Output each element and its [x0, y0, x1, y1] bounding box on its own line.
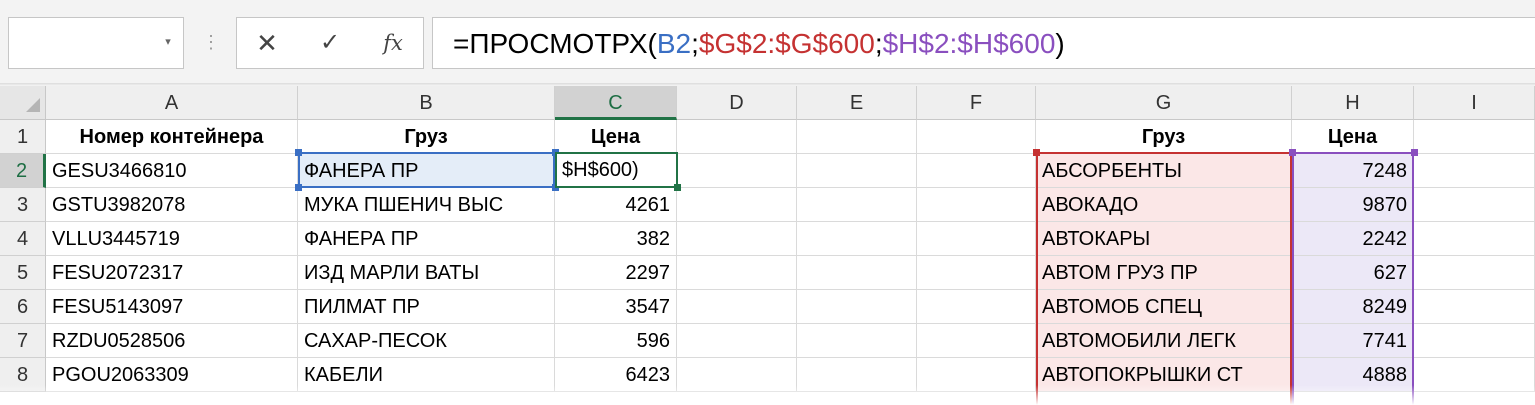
cell-a4[interactable]: VLLU3445719 — [46, 222, 298, 256]
cell-f1[interactable] — [917, 120, 1036, 154]
row-header-7[interactable]: 7 — [0, 324, 46, 358]
cell-c5[interactable]: 2297 — [555, 256, 677, 290]
cell-d1[interactable] — [677, 120, 797, 154]
cell-e3[interactable] — [797, 188, 917, 222]
cell-i7[interactable] — [1414, 324, 1535, 358]
cell-i5[interactable] — [1414, 256, 1535, 290]
cell-e4[interactable] — [797, 222, 917, 256]
insert-function-button[interactable]: fx — [366, 17, 420, 69]
fill-handle[interactable] — [674, 184, 681, 191]
cell-e7[interactable] — [797, 324, 917, 358]
column-header-f[interactable]: F — [917, 86, 1036, 120]
cell-a2[interactable]: GESU3466810 — [46, 154, 298, 188]
cell-f3[interactable] — [917, 188, 1036, 222]
cell-b4[interactable]: ФАНЕРА ПР — [298, 222, 555, 256]
cell-a5[interactable]: FESU2072317 — [46, 256, 298, 290]
cell-i6[interactable] — [1414, 290, 1535, 324]
cell-i3[interactable] — [1414, 188, 1535, 222]
enter-button[interactable]: ✓ — [303, 17, 357, 69]
name-box[interactable] — [8, 17, 184, 69]
cancel-button[interactable]: ✕ — [240, 17, 294, 69]
column-header-c[interactable]: C — [555, 86, 677, 120]
cell-a6[interactable]: FESU5143097 — [46, 290, 298, 324]
cell-c4[interactable]: 382 — [555, 222, 677, 256]
cell-a7[interactable]: RZDU0528506 — [46, 324, 298, 358]
cell-b1[interactable]: Груз — [298, 120, 555, 154]
row-header-3[interactable]: 3 — [0, 188, 46, 222]
column-header-h[interactable]: H — [1292, 86, 1414, 120]
range-highlight-b2 — [298, 152, 555, 188]
cell-d3[interactable] — [677, 188, 797, 222]
column-header-g[interactable]: G — [1036, 86, 1292, 120]
formula-prefix: =ПРОСМОТРХ( — [453, 28, 657, 59]
row-header-1[interactable]: 1 — [0, 120, 46, 154]
cell-e5[interactable] — [797, 256, 917, 290]
select-all-icon — [26, 98, 40, 112]
row-header-6[interactable]: 6 — [0, 290, 46, 324]
active-cell-text[interactable]: $H$600) — [562, 154, 639, 186]
drag-handle-icon[interactable]: ⋮ — [202, 30, 220, 54]
cell-f5[interactable] — [917, 256, 1036, 290]
column-header-b[interactable]: B — [298, 86, 555, 120]
formula-text[interactable]: =ПРОСМОТРХ(B2;$G$2:$G$600;$H$2:$H$600) — [453, 22, 1065, 66]
range-handle[interactable] — [1411, 149, 1418, 156]
cell-c1[interactable]: Цена — [555, 120, 677, 154]
formula-separator: ; — [874, 28, 883, 59]
formula-ref-b2: B2 — [656, 28, 692, 59]
cell-e2[interactable] — [797, 154, 917, 188]
range-handle[interactable] — [295, 149, 302, 156]
row-header-4[interactable]: 4 — [0, 222, 46, 256]
cell-c6[interactable]: 3547 — [555, 290, 677, 324]
cell-a3[interactable]: GSTU3982078 — [46, 188, 298, 222]
range-highlight-g — [1036, 152, 1292, 405]
formula-separator: ; — [691, 28, 699, 59]
cell-e1[interactable] — [797, 120, 917, 154]
cell-e6[interactable] — [797, 290, 917, 324]
cell-d4[interactable] — [677, 222, 797, 256]
cell-f2[interactable] — [917, 154, 1036, 188]
column-header-a[interactable]: A — [46, 86, 298, 120]
range-handle[interactable] — [295, 184, 302, 191]
range-highlight-h — [1292, 152, 1414, 405]
cell-f6[interactable] — [917, 290, 1036, 324]
formula-ref-g: $G$2:$G$600 — [698, 28, 875, 59]
cell-i2[interactable] — [1414, 154, 1535, 188]
cell-d5[interactable] — [677, 256, 797, 290]
cell-b5[interactable]: ИЗД МАРЛИ ВАТЫ — [298, 256, 555, 290]
column-header-i[interactable]: I — [1414, 86, 1535, 120]
cell-f7[interactable] — [917, 324, 1036, 358]
cell-c3[interactable]: 4261 — [555, 188, 677, 222]
formula-ref-h: $H$2:$H$600 — [882, 28, 1056, 59]
range-handle[interactable] — [1289, 149, 1296, 156]
cell-b6[interactable]: ПИЛМАТ ПР — [298, 290, 555, 324]
cell-d2[interactable] — [677, 154, 797, 188]
cell-f4[interactable] — [917, 222, 1036, 256]
cell-h1[interactable]: Цена — [1292, 120, 1414, 154]
cell-g1[interactable]: Груз — [1036, 120, 1292, 154]
cell-b7[interactable]: САХАР-ПЕСОК — [298, 324, 555, 358]
name-box-dropdown-icon[interactable]: ▾ — [160, 32, 176, 52]
row-header-5[interactable]: 5 — [0, 256, 46, 290]
bottom-fade — [0, 385, 1535, 405]
formula-suffix: ) — [1055, 28, 1065, 59]
cell-d6[interactable] — [677, 290, 797, 324]
cell-i1[interactable] — [1414, 120, 1535, 154]
row-header-2[interactable]: 2 — [0, 154, 46, 188]
range-handle[interactable] — [1033, 149, 1040, 156]
cell-i4[interactable] — [1414, 222, 1535, 256]
cell-d7[interactable] — [677, 324, 797, 358]
column-header-d[interactable]: D — [677, 86, 797, 120]
cell-c7[interactable]: 596 — [555, 324, 677, 358]
column-header-e[interactable]: E — [797, 86, 917, 120]
cell-a1[interactable]: Номер контейнера — [46, 120, 298, 154]
cell-b3[interactable]: МУКА ПШЕНИЧ ВЫС — [298, 188, 555, 222]
